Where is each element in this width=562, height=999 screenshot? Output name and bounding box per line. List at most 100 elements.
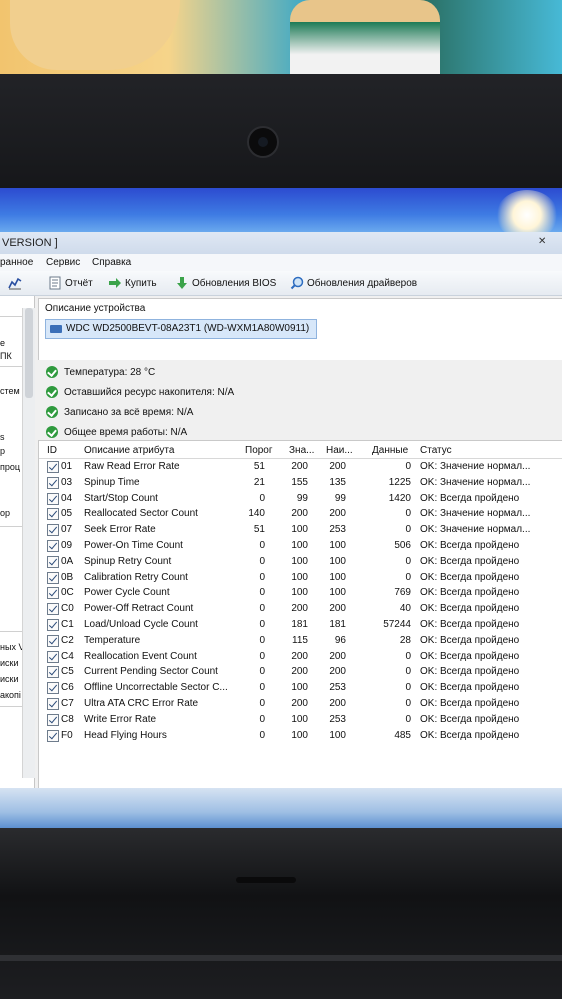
row-checkbox[interactable] bbox=[47, 461, 59, 473]
table-row[interactable]: F0 Head Flying Hours 0 100 100 485 OK: Всегда … bbox=[39, 728, 562, 744]
sidebar-item[interactable]: ных V bbox=[0, 642, 24, 652]
device-list-item[interactable]: WDC WD2500BEVT-08A23T1 (WD-WXM1A80W0911) bbox=[45, 319, 317, 339]
table-row[interactable]: 03 Spinup Time 21 155 135 1225 OK: Значение но… bbox=[39, 475, 562, 491]
cell-threshold: 140 bbox=[248, 508, 265, 520]
sidebar-item[interactable]: иски bbox=[0, 674, 19, 684]
table-row[interactable]: 01 Raw Read Error Rate 51 200 200 0 OK: Значен… bbox=[39, 459, 562, 475]
row-checkbox[interactable] bbox=[47, 587, 59, 600]
table-row[interactable]: C1 Load/Unload Cycle Count 0 181 181 57244 OK:… bbox=[39, 617, 562, 633]
table-row[interactable]: 07 Seek Error Rate 51 100 253 0 OK: Значение н… bbox=[39, 522, 562, 538]
sidebar-item[interactable]: проц bbox=[0, 462, 20, 472]
cell-threshold: 0 bbox=[259, 587, 265, 599]
cell-data: 485 bbox=[394, 729, 411, 741]
sidebar-scrollbar[interactable] bbox=[22, 308, 35, 778]
row-checkbox[interactable] bbox=[47, 713, 59, 726]
menu-service[interactable]: Сервис bbox=[46, 257, 80, 268]
laptop-edge bbox=[0, 955, 562, 961]
anime-figure-left bbox=[10, 0, 180, 70]
sidebar-item[interactable]: иски bbox=[0, 658, 19, 668]
table-row[interactable]: C2 Temperature 0 115 96 28 OK: Всегда пройдено bbox=[39, 633, 562, 649]
col-value[interactable]: Зна... bbox=[289, 445, 314, 456]
sidebar-item[interactable]: s bbox=[0, 432, 5, 442]
cell-value: 200 bbox=[291, 461, 308, 472]
driver-update-label: Обновления драйверов bbox=[307, 277, 418, 289]
document-icon bbox=[49, 276, 61, 290]
cell-value: 200 bbox=[291, 603, 308, 615]
bios-update-button[interactable]: Обновления BIOS bbox=[175, 275, 276, 291]
cell-value: 115 bbox=[292, 634, 308, 646]
cell-worst: 253 bbox=[329, 682, 346, 694]
device-name: WDC WD2500BEVT-08A23T1 (WD-WXM1A80W0911) bbox=[66, 323, 310, 334]
sidebar-item[interactable]: е bbox=[0, 338, 5, 348]
table-row[interactable]: C8 Write Error Rate 0 100 253 0 OK: Всегда про… bbox=[39, 712, 562, 728]
row-checkbox[interactable] bbox=[47, 729, 59, 742]
wallpaper-above-monitor bbox=[0, 0, 562, 78]
report-button[interactable]: Отчёт bbox=[48, 275, 93, 291]
table-row[interactable]: C5 Current Pending Sector Count 0 200 200 0 OK… bbox=[39, 664, 562, 680]
table-row[interactable]: C0 Power-Off Retract Count 0 200 200 40 OK: Вс… bbox=[39, 601, 562, 617]
table-row[interactable]: C4 Reallocation Event Count 0 200 200 0 OK: Вс… bbox=[39, 649, 562, 665]
col-data[interactable]: Данные bbox=[372, 445, 408, 456]
sidebar-item[interactable]: ор bbox=[0, 508, 10, 518]
row-checkbox[interactable] bbox=[47, 698, 59, 710]
cell-threshold: 21 bbox=[253, 476, 265, 488]
cell-value: 100 bbox=[291, 713, 308, 725]
cell-status: OK: Всегда пройдено bbox=[420, 492, 520, 504]
buy-button[interactable]: Купить bbox=[108, 275, 157, 291]
cell-status: OK: Значение нормал... bbox=[420, 524, 531, 536]
cell-id: C1 bbox=[61, 619, 74, 630]
row-checkbox[interactable] bbox=[47, 682, 59, 695]
table-row[interactable]: 05 Reallocated Sector Count 140 200 200 0 OK: … bbox=[39, 506, 562, 522]
close-icon[interactable]: ✕ bbox=[538, 236, 546, 247]
table-row[interactable]: C6 Offline Uncorrectable Sector C... 0 100 2… bbox=[39, 680, 562, 696]
table-row[interactable]: 09 Power-On Time Count 0 100 100 506 OK: Всегд… bbox=[39, 538, 562, 554]
row-checkbox[interactable] bbox=[47, 492, 59, 505]
chart-button[interactable] bbox=[8, 275, 22, 291]
row-checkbox[interactable] bbox=[47, 540, 59, 552]
status-panel: Температура: 28 °C Оставшийся ресурс нак… bbox=[38, 360, 562, 440]
col-id[interactable]: ID bbox=[47, 445, 57, 456]
row-checkbox[interactable] bbox=[47, 650, 59, 663]
sidebar-item[interactable]: стем bbox=[0, 386, 20, 396]
col-threshold[interactable]: Порог bbox=[245, 445, 273, 456]
cell-threshold: 51 bbox=[253, 524, 265, 536]
sidebar-item[interactable]: р bbox=[0, 446, 5, 456]
col-status[interactable]: Статус bbox=[420, 445, 452, 456]
table-row[interactable]: C7 Ultra ATA CRC Error Rate 0 200 200 0 OK: Вс… bbox=[39, 696, 562, 712]
window-title: VERSION ] bbox=[2, 237, 58, 249]
cell-id: C4 bbox=[61, 650, 74, 662]
screen: VERSION ] ✕ ранное Сервис Справка Отчёт … bbox=[0, 188, 562, 828]
sidebar-item[interactable]: ПК bbox=[0, 351, 12, 361]
table-row[interactable]: 0C Power Cycle Count 0 100 100 769 OK: Всегда … bbox=[39, 585, 562, 601]
menu-help[interactable]: Справка bbox=[92, 257, 131, 268]
sidebar-item[interactable]: акопі bbox=[0, 690, 21, 700]
cell-data: 769 bbox=[394, 587, 411, 599]
row-checkbox[interactable] bbox=[47, 555, 59, 568]
scrollbar-thumb[interactable] bbox=[25, 308, 33, 398]
uptime-row: Общее время работы: N/A bbox=[46, 426, 187, 438]
cell-desc: Power-On Time Count bbox=[84, 540, 183, 551]
row-checkbox[interactable] bbox=[47, 508, 59, 521]
row-checkbox[interactable] bbox=[47, 619, 59, 631]
table-row[interactable]: 0B Calibration Retry Count 0 100 100 0 OK: Все… bbox=[39, 570, 562, 586]
table-row[interactable]: 0A Spinup Retry Count 0 100 100 0 OK: Всегда п… bbox=[39, 554, 562, 570]
row-checkbox[interactable] bbox=[47, 666, 59, 679]
row-checkbox[interactable] bbox=[47, 524, 59, 537]
row-checkbox[interactable] bbox=[47, 571, 59, 584]
cell-id: C7 bbox=[61, 698, 74, 709]
cell-desc: Power-Off Retract Count bbox=[84, 603, 194, 615]
cell-id: 07 bbox=[61, 524, 73, 536]
written-row: Записано за всё время: N/A bbox=[46, 406, 193, 418]
row-checkbox[interactable] bbox=[47, 603, 59, 616]
table-row[interactable]: 04 Start/Stop Count 0 99 99 1420 OK: Всегда пр… bbox=[39, 491, 562, 507]
cell-id: C6 bbox=[61, 682, 74, 694]
buy-label: Купить bbox=[125, 277, 157, 289]
row-checkbox[interactable] bbox=[47, 634, 59, 647]
row-checkbox[interactable] bbox=[47, 476, 59, 489]
cell-value: 100 bbox=[291, 587, 308, 599]
driver-update-button[interactable]: Обновления драйверов bbox=[290, 275, 417, 291]
menu-favorites[interactable]: ранное bbox=[0, 257, 33, 268]
cell-threshold: 0 bbox=[259, 666, 265, 678]
col-description[interactable]: Описание атрибута bbox=[84, 445, 174, 456]
col-worst[interactable]: Наи... bbox=[326, 445, 353, 456]
